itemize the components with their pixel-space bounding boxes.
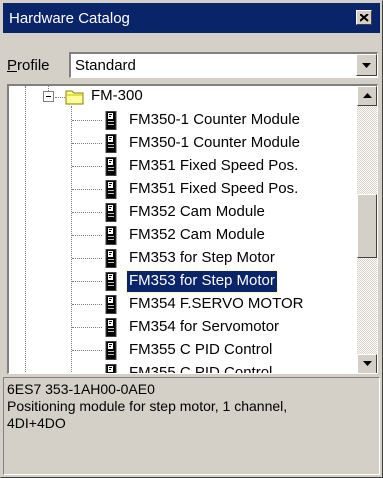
profile-dropdown-button[interactable] — [356, 54, 377, 76]
order-number: 6ES7 353-1AH00-0AE0 — [7, 381, 155, 397]
catalog-item[interactable]: FM352 Cam Module — [9, 224, 357, 247]
tree-guide-line — [72, 304, 102, 305]
profile-row: Profile Standard — [7, 52, 378, 78]
catalog-item[interactable]: FM355 C PID Control — [9, 339, 357, 362]
catalog-item[interactable]: FM354 for Servomotor — [9, 316, 357, 339]
module-info-panel: 6ES7 353-1AH00-0AE0 Positioning module f… — [3, 377, 380, 475]
module-icon — [105, 295, 117, 314]
module-icon — [105, 249, 117, 268]
module-icon — [105, 180, 117, 199]
tree-guide-line — [72, 120, 102, 121]
hardware-catalog-window: Hardware Catalog Profile Standard FM-300… — [0, 0, 383, 478]
catalog-item-label[interactable]: FM355 C PID Control — [127, 340, 274, 361]
catalog-item-label[interactable]: FM353 for Step Motor — [127, 248, 277, 269]
arrow-up-icon — [363, 93, 372, 98]
close-icon — [360, 14, 369, 22]
catalog-item-label[interactable]: FM350-1 Counter Module — [127, 133, 302, 154]
catalog-item-label[interactable]: FM352 Cam Module — [127, 225, 267, 246]
module-icon — [105, 272, 117, 291]
tree-guide-line — [72, 258, 102, 259]
catalog-item-label[interactable]: FM351 Fixed Speed Pos. — [127, 179, 300, 200]
profile-dropdown[interactable]: Standard — [69, 52, 378, 78]
collapse-toggle[interactable] — [43, 91, 54, 102]
module-icon — [105, 364, 117, 373]
tree-guide-line — [72, 350, 102, 351]
module-icon — [105, 134, 117, 153]
profile-label-text: rofile — [17, 56, 50, 74]
catalog-item-label[interactable]: FM354 for Servomotor — [127, 317, 281, 338]
module-icon — [105, 226, 117, 245]
scroll-down-button[interactable] — [357, 354, 377, 373]
profile-dropdown-value: Standard — [75, 57, 136, 74]
catalog-tree[interactable]: FM-300 FM350-1 Counter Module FM350-1 Cou… — [7, 84, 378, 374]
close-button[interactable] — [356, 10, 372, 25]
catalog-item[interactable]: FM350-1 Counter Module — [9, 109, 357, 132]
module-icon — [105, 203, 117, 222]
catalog-item[interactable]: FM353 for Step Motor — [9, 247, 357, 270]
tree-guide-line — [72, 166, 102, 167]
tree-guide-line — [72, 143, 102, 144]
tree-guide-line — [72, 235, 102, 236]
scroll-thumb[interactable] — [357, 194, 377, 258]
catalog-item[interactable]: FM355 C PID Control — [9, 362, 357, 374]
module-icon — [105, 157, 117, 176]
catalog-item[interactable]: FM351 Fixed Speed Pos. — [9, 155, 357, 178]
folder-label[interactable]: FM-300 — [91, 86, 143, 108]
tree-guide-line — [72, 281, 102, 282]
module-description-cont: 4DI+4DO — [7, 415, 66, 431]
title-bar[interactable]: Hardware Catalog — [3, 3, 380, 33]
catalog-item-label[interactable]: FM350-1 Counter Module — [127, 110, 302, 131]
chevron-down-icon — [362, 63, 371, 68]
scroll-up-button[interactable] — [357, 86, 377, 106]
tree-guide-line — [72, 373, 102, 374]
module-description: Positioning module for step motor, 1 cha… — [7, 398, 288, 414]
catalog-item[interactable]: FM350-1 Counter Module — [9, 132, 357, 155]
catalog-item[interactable]: FM354 F.SERVO MOTOR — [9, 293, 357, 316]
catalog-item-label[interactable]: FM351 Fixed Speed Pos. — [127, 156, 300, 177]
tree-guide-line — [72, 189, 102, 190]
tree-guide-line — [72, 327, 102, 328]
profile-label: Profile — [7, 57, 67, 74]
catalog-item-label[interactable]: FM355 C PID Control — [127, 363, 274, 373]
catalog-item[interactable]: FM353 for Step Motor — [9, 270, 357, 293]
catalog-tree-content: FM-300 FM350-1 Counter Module FM350-1 Cou… — [9, 86, 357, 374]
module-icon — [105, 111, 117, 130]
profile-label-mnemonic: P — [7, 56, 18, 74]
tree-scrollbar[interactable] — [357, 86, 377, 373]
tree-guide-line — [55, 97, 65, 98]
catalog-item-label[interactable]: FM354 F.SERVO MOTOR — [127, 294, 306, 315]
tree-guide-line — [72, 212, 102, 213]
module-icon — [105, 318, 117, 337]
catalog-item-label[interactable]: FM353 for Step Motor — [126, 270, 278, 293]
catalog-item[interactable]: FM352 Cam Module — [9, 201, 357, 224]
module-icon — [105, 341, 117, 360]
window-title: Hardware Catalog — [9, 9, 130, 27]
catalog-item[interactable]: FM351 Fixed Speed Pos. — [9, 178, 357, 201]
catalog-item-label[interactable]: FM352 Cam Module — [127, 202, 267, 223]
arrow-down-icon — [363, 361, 372, 366]
folder-icon — [65, 90, 84, 105]
